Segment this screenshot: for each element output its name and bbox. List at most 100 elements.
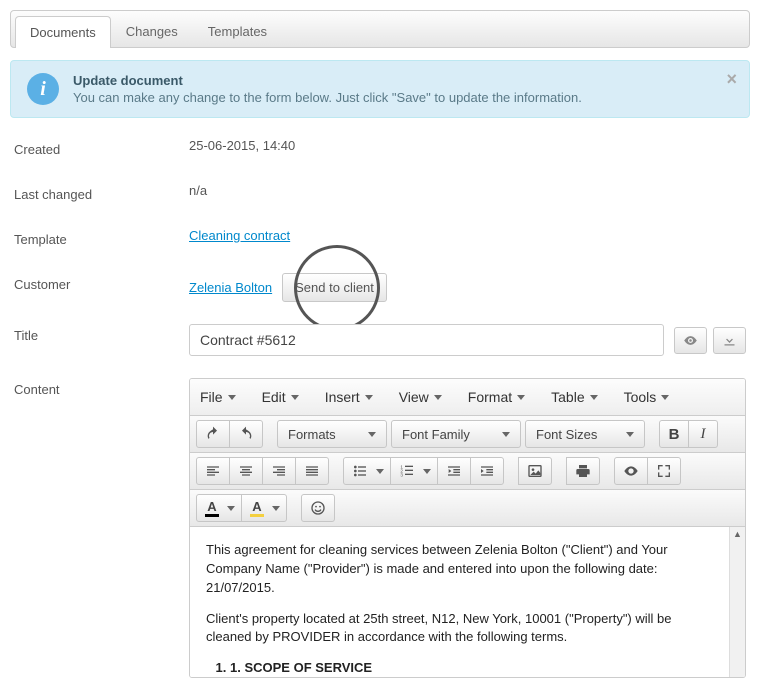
download-icon	[722, 333, 737, 348]
outdent-button[interactable]	[437, 457, 471, 485]
align-center-icon	[238, 463, 254, 479]
chevron-down-icon	[272, 506, 280, 511]
print-button[interactable]	[566, 457, 600, 485]
redo-icon	[238, 426, 254, 442]
menu-view[interactable]: View	[397, 385, 444, 409]
info-alert: i Update document You can make any chang…	[10, 60, 750, 118]
font-family-label: Font Family	[402, 427, 470, 442]
numbered-list-icon: 123	[399, 463, 415, 479]
menu-table[interactable]: Table	[549, 385, 599, 409]
tabs-bar: Documents Changes Templates	[10, 10, 750, 48]
emoji-button[interactable]	[301, 494, 335, 522]
formats-label: Formats	[288, 427, 336, 442]
template-link[interactable]: Cleaning contract	[189, 228, 290, 243]
preview-editor-button[interactable]	[614, 457, 648, 485]
indent-button[interactable]	[470, 457, 504, 485]
highlight-color-icon: A	[250, 500, 264, 517]
created-value: 25-06-2015, 14:40	[189, 138, 746, 153]
customer-link[interactable]: Zelenia Bolton	[189, 280, 272, 295]
editor-body[interactable]: This agreement for cleaning services bet…	[190, 527, 729, 677]
contract-heading-1: 1. SCOPE OF SERVICE	[230, 659, 713, 677]
outdent-icon	[446, 463, 462, 479]
align-right-icon	[271, 463, 287, 479]
preview-button[interactable]	[674, 327, 707, 354]
contract-paragraph-2: Client's property located at 25th street…	[206, 610, 713, 648]
print-icon	[575, 463, 591, 479]
title-label: Title	[14, 324, 189, 343]
align-right-button[interactable]	[262, 457, 296, 485]
info-text: Update document You can make any change …	[73, 73, 582, 105]
font-sizes-dropdown[interactable]: Font Sizes	[525, 420, 645, 448]
fullscreen-button[interactable]	[647, 457, 681, 485]
bold-button[interactable]: B	[659, 420, 689, 448]
template-label: Template	[14, 228, 189, 247]
indent-icon	[479, 463, 495, 479]
chevron-down-icon	[517, 395, 525, 400]
menu-view-label: View	[399, 389, 429, 405]
chevron-down-icon	[502, 432, 510, 437]
info-icon: i	[27, 73, 59, 105]
close-icon[interactable]: ×	[726, 69, 737, 90]
menu-table-label: Table	[551, 389, 584, 405]
chevron-down-icon	[228, 395, 236, 400]
title-input[interactable]	[189, 324, 664, 356]
numbered-list-button[interactable]: 123	[390, 457, 438, 485]
align-justify-icon	[304, 463, 320, 479]
svg-text:3: 3	[400, 472, 403, 477]
italic-icon: I	[701, 426, 706, 443]
align-left-icon	[205, 463, 221, 479]
form: Created 25-06-2015, 14:40 Last changed n…	[10, 138, 750, 678]
font-sizes-label: Font Sizes	[536, 427, 597, 442]
menu-edit[interactable]: Edit	[260, 385, 301, 409]
redo-button[interactable]	[229, 420, 263, 448]
insert-image-button[interactable]	[518, 457, 552, 485]
editor-scrollbar[interactable]: ▲	[729, 527, 745, 677]
menu-tools-label: Tools	[624, 389, 657, 405]
chevron-down-icon	[368, 432, 376, 437]
chevron-down-icon	[661, 395, 669, 400]
align-center-button[interactable]	[229, 457, 263, 485]
editor-toolbar-3: A A	[190, 490, 745, 527]
contract-paragraph-1: This agreement for cleaning services bet…	[206, 541, 713, 598]
undo-button[interactable]	[196, 420, 230, 448]
chevron-down-icon	[227, 506, 235, 511]
tab-documents[interactable]: Documents	[15, 16, 111, 48]
bullet-list-button[interactable]	[343, 457, 391, 485]
lastchanged-label: Last changed	[14, 183, 189, 202]
menu-insert-label: Insert	[325, 389, 360, 405]
tab-changes[interactable]: Changes	[111, 15, 193, 47]
font-family-dropdown[interactable]: Font Family	[391, 420, 521, 448]
text-color-button[interactable]: A	[196, 494, 242, 522]
menu-tools[interactable]: Tools	[622, 385, 672, 409]
editor-toolbar-2: 123	[190, 453, 745, 490]
menu-format-label: Format	[468, 389, 512, 405]
formats-dropdown[interactable]: Formats	[277, 420, 387, 448]
tab-templates[interactable]: Templates	[193, 15, 282, 47]
editor-content-area[interactable]: This agreement for cleaning services bet…	[190, 527, 745, 677]
scroll-up-icon[interactable]: ▲	[730, 527, 745, 541]
chevron-down-icon	[376, 469, 384, 474]
align-left-button[interactable]	[196, 457, 230, 485]
chevron-down-icon	[423, 469, 431, 474]
menu-insert[interactable]: Insert	[323, 385, 375, 409]
chevron-down-icon	[434, 395, 442, 400]
italic-button[interactable]: I	[688, 420, 718, 448]
menu-format[interactable]: Format	[466, 385, 527, 409]
rich-text-editor: File Edit Insert View Format Table Tools…	[189, 378, 746, 678]
menu-file[interactable]: File	[198, 385, 238, 409]
emoji-icon	[310, 500, 326, 516]
created-label: Created	[14, 138, 189, 157]
bullet-list-icon	[352, 463, 368, 479]
chevron-down-icon	[626, 432, 634, 437]
chevron-down-icon	[365, 395, 373, 400]
fullscreen-icon	[656, 463, 672, 479]
download-button[interactable]	[713, 327, 746, 354]
menu-file-label: File	[200, 389, 223, 405]
customer-label: Customer	[14, 273, 189, 292]
undo-icon	[205, 426, 221, 442]
editor-menubar: File Edit Insert View Format Table Tools	[190, 379, 745, 416]
align-justify-button[interactable]	[295, 457, 329, 485]
text-color-icon: A	[205, 500, 219, 517]
send-to-client-button[interactable]: Send to client	[282, 273, 387, 302]
highlight-color-button[interactable]: A	[241, 494, 287, 522]
